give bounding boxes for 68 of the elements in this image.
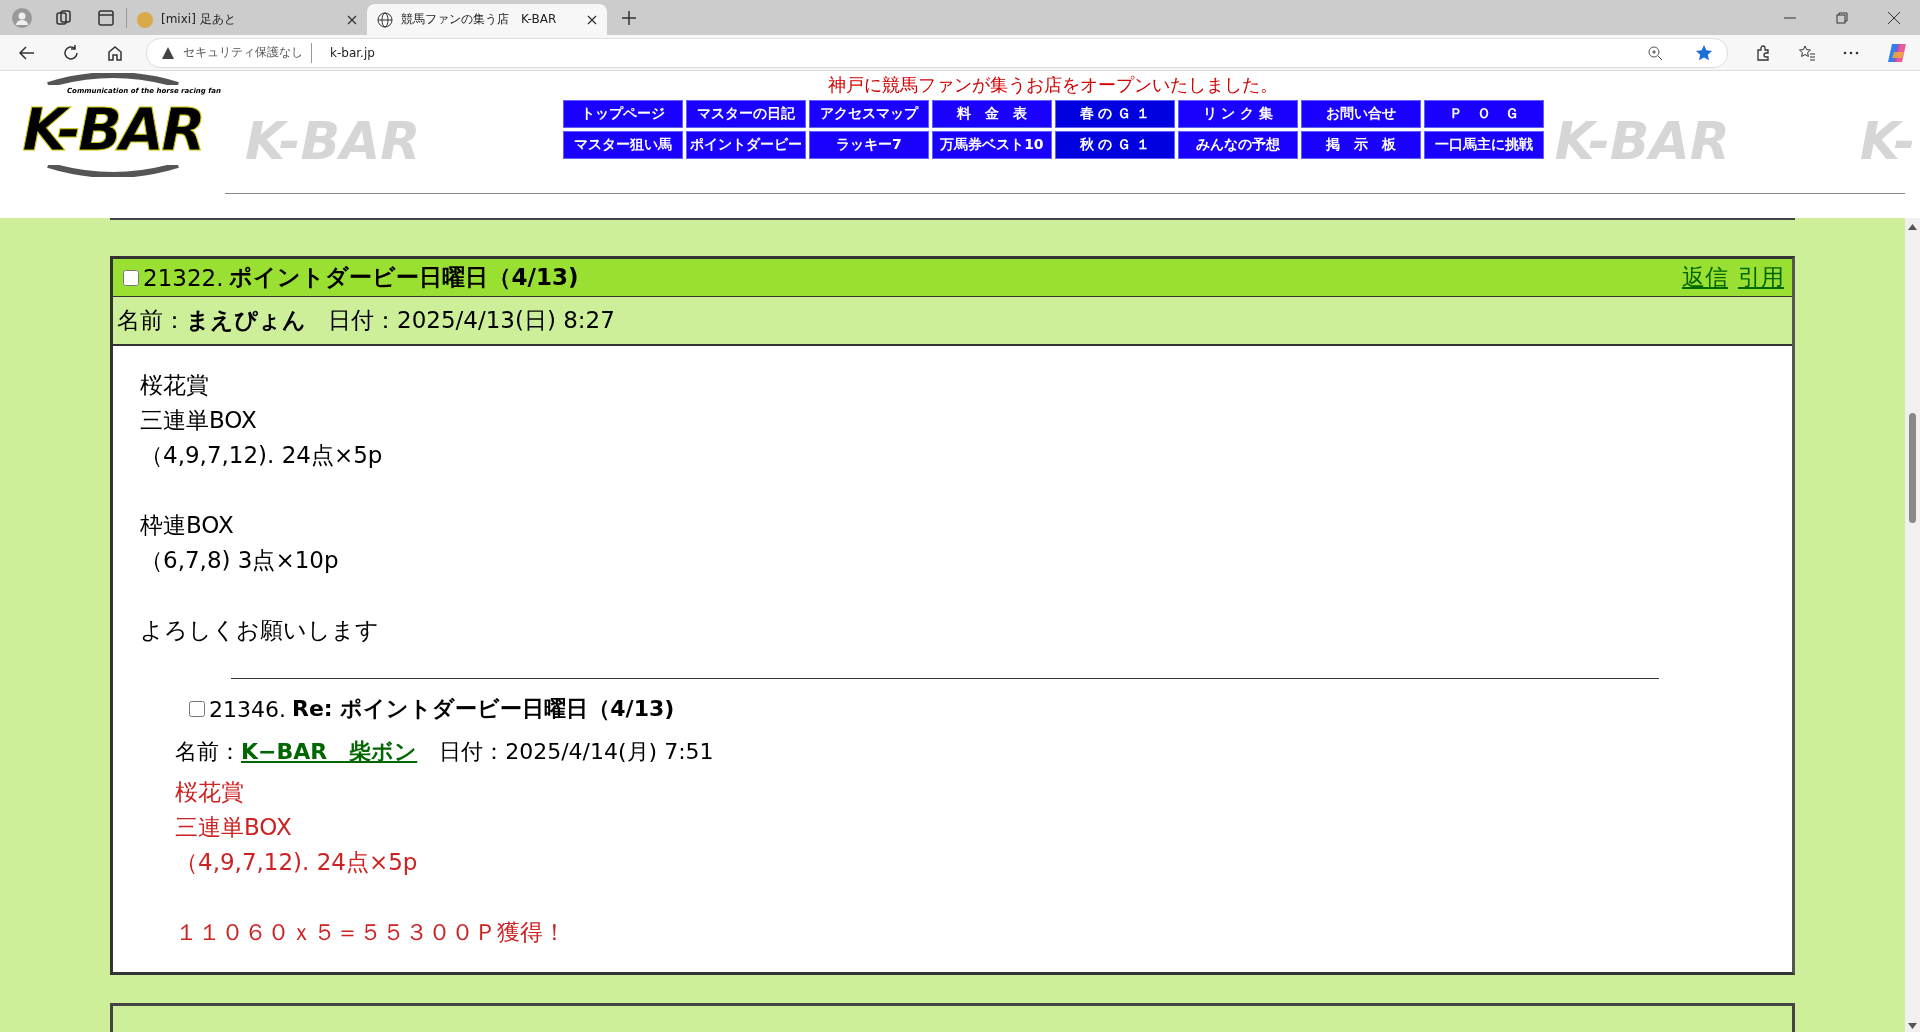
restore-icon[interactable]: [1834, 9, 1850, 26]
favorites-icon[interactable]: [1798, 43, 1816, 62]
nav-button[interactable]: Ｐ Ｏ Ｇ: [1423, 100, 1544, 128]
post-title: Re: ポイントダービー日曜日（4/13): [292, 695, 675, 723]
scrollbar[interactable]: [1905, 218, 1920, 1032]
nav-button[interactable]: リ ン ク 集: [1177, 100, 1298, 128]
nav-button[interactable]: 秋 の Ｇ １: [1054, 131, 1175, 159]
back-icon[interactable]: [18, 43, 36, 62]
name-label: 名前：: [117, 306, 186, 335]
address-bar[interactable]: セキュリティ保護なし k-bar.jp: [146, 37, 1728, 68]
close-icon[interactable]: [347, 14, 357, 25]
post-link[interactable]: 返信: [1682, 262, 1728, 293]
workspaces-icon[interactable]: [54, 7, 74, 28]
body-text: よろしくお願いします: [140, 616, 380, 645]
extensions-icon[interactable]: [1754, 43, 1772, 62]
select-checkbox[interactable]: [189, 701, 205, 717]
reply-text: （4,9,7,12). 24点×5p: [175, 848, 419, 877]
reply-text: 桜花賞: [175, 778, 245, 807]
warning-icon: [161, 45, 175, 60]
body-text: 枠連BOX: [140, 511, 235, 540]
zoom-icon[interactable]: [1647, 44, 1663, 61]
author-name: まえぴょん: [186, 306, 306, 335]
post-title: ポイントダービー日曜日（4/13): [229, 263, 579, 292]
reply-text: １１０６０ｘ５＝５５３００Ｐ獲得！: [175, 918, 567, 947]
nav-button[interactable]: マスターの日記: [685, 100, 806, 128]
nav-button[interactable]: 掲 示 板: [1300, 131, 1421, 159]
select-checkbox[interactable]: [123, 269, 139, 286]
post-number: 21346.: [209, 696, 286, 722]
scrollbar-thumb[interactable]: [1909, 413, 1916, 523]
nav-button[interactable]: 万馬券ベスト10: [931, 131, 1052, 159]
logo[interactable]: K-BAR: [22, 95, 203, 165]
nav-button[interactable]: トップページ: [562, 100, 683, 128]
body-text: （6,7,8) 3点×10p: [140, 546, 340, 575]
refresh-icon[interactable]: [62, 43, 80, 62]
tab-actions-icon[interactable]: [96, 7, 116, 28]
body-text: 桜花賞: [140, 371, 210, 400]
home-icon[interactable]: [106, 43, 124, 62]
copilot-icon[interactable]: [1886, 41, 1908, 64]
author-link[interactable]: K−BAR 柴ボン: [241, 737, 418, 767]
browser-tab[interactable]: 競馬ファンの集う店 K-BAR: [367, 4, 607, 35]
site-icon: [137, 11, 153, 28]
nav-button[interactable]: アクセスマップ: [808, 100, 929, 128]
scroll-down-icon[interactable]: [1908, 1023, 1917, 1029]
reply-text: 三連単BOX: [175, 813, 293, 842]
star-icon[interactable]: [1695, 43, 1713, 62]
post-link[interactable]: 引用: [1738, 262, 1784, 293]
body-text: （4,9,7,12). 24点×5p: [140, 441, 384, 470]
name-label: 名前：: [175, 738, 241, 766]
scroll-up-icon[interactable]: [1908, 224, 1917, 230]
nav-button[interactable]: 春 の Ｇ １: [1054, 100, 1175, 128]
post-date: 日付：2025/4/13(日) 8:27: [328, 306, 615, 335]
nav-button[interactable]: お問い合せ: [1300, 100, 1421, 128]
close-icon[interactable]: [1886, 9, 1902, 26]
nav-button[interactable]: マスター狙い馬: [562, 131, 683, 159]
nav-button[interactable]: ラッキー7: [808, 131, 929, 159]
url-text: k-bar.jp: [330, 45, 375, 60]
post-number: 21322.: [143, 264, 224, 291]
nav-button[interactable]: 一口馬主に挑戦: [1423, 131, 1544, 159]
close-icon[interactable]: [587, 14, 597, 25]
post-date: 日付：2025/4/14(月) 7:51: [439, 738, 714, 766]
globe-icon: [377, 11, 393, 28]
nav-button[interactable]: みんなの予想: [1177, 131, 1298, 159]
browser-tab[interactable]: [mixi] 足あと: [127, 4, 367, 35]
nav-button[interactable]: ポイントダービー: [685, 131, 806, 159]
nav-button[interactable]: 料 金 表: [931, 100, 1052, 128]
body-text: 三連単BOX: [140, 406, 258, 435]
security-label: セキュリティ保護なし: [183, 44, 303, 61]
announcement-text: 神戸に競馬ファンが集うお店をオープンいたしました。: [828, 73, 1279, 97]
